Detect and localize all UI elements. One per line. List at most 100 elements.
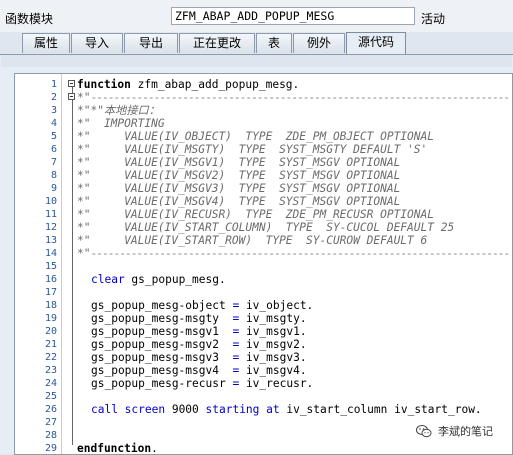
code-line: 29 endfunction. (15, 442, 512, 454)
tab-attributes[interactable]: 属性 (22, 33, 70, 53)
line-number: 2 (50, 92, 57, 103)
assign-pad (219, 325, 226, 338)
comment-text: *" IMPORTING (77, 117, 165, 130)
watermark-text: 李斌的笔记 (438, 425, 493, 438)
tab-import[interactable]: 导入 (71, 33, 123, 53)
code-line: 1 function zfm_abap_add_popup_mesg. (15, 78, 512, 91)
code-line: 6 *" VALUE(IV_MSGTY) TYPE SYST_MSGTY DEF… (15, 143, 512, 156)
tab-source-code[interactable]: 源代码 (346, 32, 406, 54)
comment-text: *" VALUE(IV_MSGV2) TYPE SYST_MSGV OPTION… (77, 169, 401, 182)
assign-pad (219, 338, 226, 351)
code-line: 3 *"*"本地接口： (15, 104, 512, 117)
code-line: 2 *"------------------------------------… (15, 91, 512, 104)
code-line: 4 *" IMPORTING (15, 117, 512, 130)
function-module-label: 函数模块 (5, 12, 54, 26)
code-line: 5 *" VALUE(IV_OBJECT) TYPE ZDE_PM_OBJECT… (15, 130, 512, 143)
code-line: 25 (15, 390, 512, 403)
function-name: zfm_abap_add_popup_mesg. (130, 78, 300, 91)
keyword-starting-at: starting at (205, 403, 280, 416)
code-line: 7 *" VALUE(IV_MSGV1) TYPE SYST_MSGV OPTI… (15, 156, 512, 169)
line-number: 26 (44, 404, 57, 415)
assign-lhs: gs_popup_mesg-msgv1 (91, 325, 219, 338)
assign-pad (219, 364, 226, 377)
code-line: 11 *" VALUE(IV_RECUSR) TYPE ZDE_PM_RECUS… (15, 208, 512, 221)
line-number: 23 (44, 365, 57, 376)
source-code-panel: 1 function zfm_abap_add_popup_mesg. 2 *"… (0, 54, 513, 455)
code-line: 19 gs_popup_mesg-msgty = iv_msgty. (15, 312, 512, 325)
line-number: 4 (50, 118, 57, 129)
tab-changing[interactable]: 正在更改 (179, 33, 255, 53)
collapse-toggle-icon[interactable] (68, 93, 75, 100)
comment-dash-rule: ----------------------------------------… (90, 247, 510, 260)
screen-number: 9000 (165, 403, 206, 416)
tab-tables[interactable]: 表 (256, 33, 292, 53)
keyword-call-screen: call screen (91, 403, 166, 416)
code-line: 13 *" VALUE(IV_START_ROW) TYPE SY-CUROW … (15, 234, 512, 247)
assign-operator: = (225, 351, 246, 364)
line-number: 25 (44, 391, 57, 402)
line-number: 10 (44, 196, 57, 207)
comment-text: *" VALUE(IV_MSGV1) TYPE SYST_MSGV OPTION… (77, 156, 401, 169)
assign-operator: = (225, 377, 246, 390)
code-line: 16 clear gs_popup_mesg. (15, 273, 512, 286)
code-line: 23 gs_popup_mesg-msgv4 = iv_msgv4. (15, 364, 512, 377)
assign-rhs: iv_msgty. (245, 312, 307, 325)
clear-target: gs_popup_mesg. (124, 273, 226, 286)
comment-header: *" (77, 247, 91, 260)
code-line: 26 call screen 9000 starting at iv_start… (15, 403, 512, 416)
assign-lhs: gs_popup_mesg-msgv2 (91, 338, 219, 351)
comment-text: *" VALUE(IV_OBJECT) TYPE ZDE_PM_OBJECT O… (77, 130, 434, 143)
assign-lhs: gs_popup_mesg-object (91, 299, 226, 312)
comment-text: *" VALUE(IV_RECUSR) TYPE ZDE_PM_RECUSR O… (77, 208, 434, 221)
line-number: 9 (50, 183, 57, 194)
line-number: 22 (44, 352, 57, 363)
line-number: 3 (50, 105, 57, 116)
comment-text: *" VALUE(IV_MSGV3) TYPE SYST_MSGV OPTION… (77, 182, 401, 195)
line-number: 15 (44, 261, 57, 272)
code-line: 20 gs_popup_mesg-msgv1 = iv_msgv1. (15, 325, 512, 338)
keyword-clear: clear (91, 273, 125, 286)
wechat-icon (416, 425, 432, 438)
comment-text: *" VALUE(IV_MSGV4) TYPE SYST_MSGV OPTION… (77, 195, 401, 208)
line-number: 21 (44, 339, 57, 350)
comment-text: *" VALUE(IV_START_COLUMN) TYPE SY-CUCOL … (77, 221, 455, 234)
assign-operator: = (225, 364, 246, 377)
function-module-name-field[interactable]: ZFM_ABAP_ADD_POPUP_MESG (171, 7, 415, 25)
line-number: 6 (50, 144, 57, 155)
code-line: 9 *" VALUE(IV_MSGV3) TYPE SYST_MSGV OPTI… (15, 182, 512, 195)
code-editor[interactable]: 1 function zfm_abap_add_popup_mesg. 2 *"… (14, 73, 513, 455)
line-number: 1 (50, 79, 57, 90)
function-module-header: 函数模块 ZFM_ABAP_ADD_POPUP_MESG 活动 (0, 0, 513, 32)
tab-exceptions[interactable]: 例外 (293, 33, 345, 53)
tab-strip: 属性 导入 导出 正在更改 表 例外 源代码 (0, 32, 513, 54)
assign-lhs: gs_popup_mesg-msgv3 (91, 351, 219, 364)
line-number: 24 (44, 378, 57, 389)
comment-text: *" VALUE(IV_START_ROW) TYPE SY-CUROW DEF… (77, 234, 428, 247)
code-line: 8 *" VALUE(IV_MSGV2) TYPE SYST_MSGV OPTI… (15, 169, 512, 182)
assign-lhs: gs_popup_mesg-recusr (91, 377, 226, 390)
call-arguments: iv_start_column iv_start_row. (279, 403, 482, 416)
line-number: 18 (44, 300, 57, 311)
status-text: 活动 (421, 12, 446, 26)
watermark: 李斌的笔记 (416, 422, 510, 442)
comment-text: *"*"本地接口： (77, 104, 160, 117)
assign-rhs: iv_msgv4. (245, 364, 307, 377)
line-number: 19 (44, 313, 57, 324)
collapse-toggle-icon[interactable] (68, 80, 75, 87)
assign-rhs: iv_msgv2. (245, 338, 307, 351)
assign-operator: = (225, 312, 246, 325)
code-line: 14 *"-----------------------------------… (15, 247, 512, 260)
line-number: 27 (44, 417, 57, 428)
line-number: 7 (50, 157, 57, 168)
tab-export[interactable]: 导出 (124, 33, 178, 53)
line-number: 16 (44, 274, 57, 285)
comment-header: *" (77, 91, 91, 104)
line-number: 29 (44, 443, 57, 454)
code-line: 24 gs_popup_mesg-recusr = iv_recusr. (15, 377, 512, 390)
assign-lhs: gs_popup_mesg-msgty (91, 312, 219, 325)
code-line: 22 gs_popup_mesg-msgv3 = iv_msgv3. (15, 351, 512, 364)
line-number: 14 (44, 248, 57, 259)
line-number: 5 (50, 131, 57, 142)
code-line: 21 gs_popup_mesg-msgv2 = iv_msgv2. (15, 338, 512, 351)
code-line: 15 (15, 260, 512, 273)
